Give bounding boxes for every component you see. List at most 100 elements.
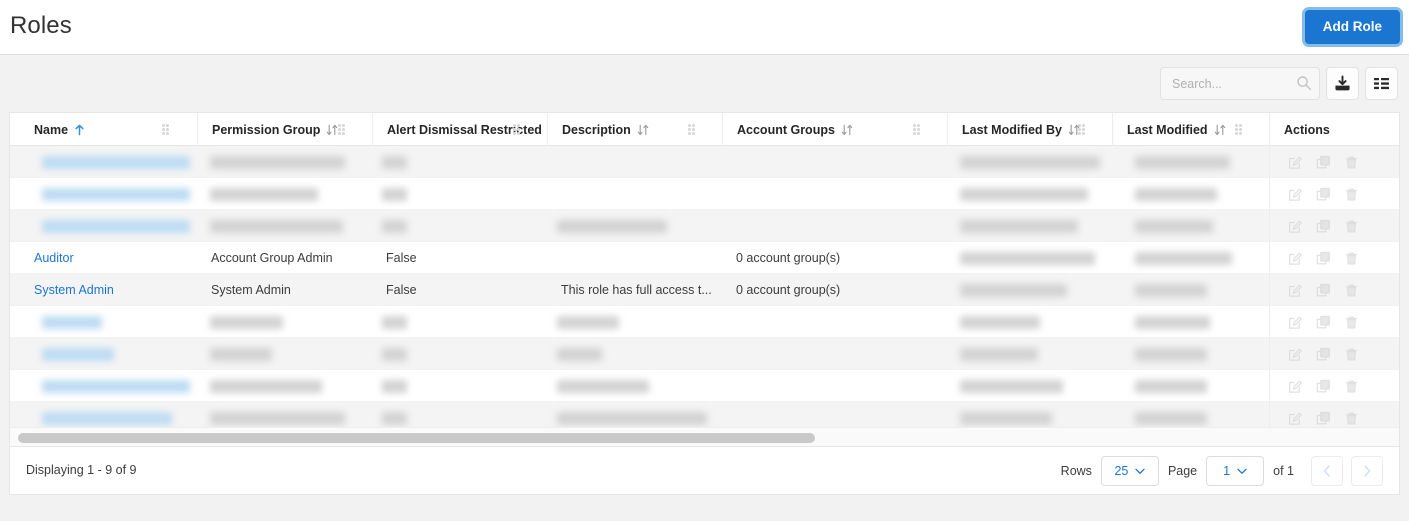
cell-permission-group: Account Group Admin (197, 242, 372, 274)
column-header-account-groups[interactable]: Account Groups (722, 113, 947, 146)
delete-icon (1344, 187, 1359, 202)
redacted-cell-value (382, 220, 407, 233)
table-toolbar (0, 55, 1409, 112)
column-drag-handle[interactable] (338, 124, 346, 136)
redacted-cell-value (960, 412, 1052, 425)
delete-icon (1344, 155, 1359, 170)
table-row[interactable] (10, 210, 1399, 242)
column-header-alert-dismissal-restricted[interactable]: Alert Dismissal Restricted (372, 113, 547, 146)
duplicate-action-button[interactable] (1316, 283, 1331, 298)
redacted-cell-value (210, 156, 345, 169)
delete-icon (1344, 283, 1359, 298)
horizontal-scrollbar-track[interactable] (10, 427, 1399, 446)
duplicate-icon (1316, 283, 1331, 298)
redacted-cell-value (1135, 284, 1207, 297)
table-row[interactable] (10, 338, 1399, 370)
edit-icon (1288, 379, 1303, 394)
column-drag-handle[interactable] (688, 124, 696, 136)
redacted-cell-value (382, 188, 407, 201)
previous-page-button[interactable] (1311, 456, 1343, 486)
column-header-last-modified-by[interactable]: Last Modified By (947, 113, 1112, 146)
redacted-name-value (42, 380, 190, 393)
table-row[interactable] (10, 370, 1399, 402)
column-drag-handle[interactable] (162, 124, 170, 136)
rows-per-page-select[interactable]: 25 (1101, 456, 1159, 486)
delete-icon (1344, 379, 1359, 394)
columns-settings-button[interactable] (1365, 67, 1398, 100)
duplicate-action-button[interactable] (1316, 219, 1331, 234)
table-row[interactable] (10, 146, 1399, 178)
download-button[interactable] (1326, 67, 1359, 100)
column-header-label: Account Groups (737, 123, 835, 137)
column-drag-handle[interactable] (513, 124, 521, 136)
delete-icon (1344, 251, 1359, 266)
edit-action-button[interactable] (1288, 187, 1303, 202)
delete-icon (1344, 315, 1359, 330)
duplicate-icon (1316, 251, 1331, 266)
column-header-last-modified[interactable]: Last Modified (1112, 113, 1269, 146)
delete-action-button[interactable] (1344, 347, 1359, 362)
row-actions (1269, 370, 1399, 402)
column-header-description[interactable]: Description (547, 113, 722, 146)
edit-action-button[interactable] (1288, 379, 1303, 394)
edit-action-button[interactable] (1288, 411, 1303, 426)
redacted-cell-value (960, 316, 1040, 329)
duplicate-action-button[interactable] (1316, 251, 1331, 266)
table-row[interactable] (10, 306, 1399, 338)
duplicate-action-button[interactable] (1316, 347, 1331, 362)
cell-name[interactable]: System Admin (20, 274, 197, 306)
redacted-cell-value (1135, 412, 1207, 425)
column-drag-handle[interactable] (1235, 124, 1243, 136)
table-row[interactable] (10, 178, 1399, 210)
edit-action-button[interactable] (1288, 219, 1303, 234)
column-header-label: Last Modified (1127, 123, 1208, 137)
cell-account-groups: 0 account group(s) (722, 242, 947, 274)
edit-action-button[interactable] (1288, 251, 1303, 266)
column-drag-handle[interactable] (1078, 124, 1086, 136)
edit-action-button[interactable] (1288, 155, 1303, 170)
edit-action-button[interactable] (1288, 283, 1303, 298)
delete-action-button[interactable] (1344, 219, 1359, 234)
duplicate-action-button[interactable] (1316, 379, 1331, 394)
next-page-button[interactable] (1351, 456, 1383, 486)
redacted-cell-value (1135, 252, 1232, 265)
table-body: AuditorAccount Group AdminFalse 0 account… (10, 146, 1399, 436)
edit-icon (1288, 187, 1303, 202)
column-header-actions[interactable]: Actions (1269, 113, 1399, 146)
horizontal-scrollbar-thumb[interactable] (18, 433, 815, 443)
add-role-button[interactable]: Add Role (1305, 10, 1400, 44)
page-number-select[interactable]: 1 (1206, 456, 1264, 486)
redacted-name-value (42, 220, 190, 233)
delete-action-button[interactable] (1344, 251, 1359, 266)
delete-action-button[interactable] (1344, 379, 1359, 394)
cell-alert-dismissal-restricted: False (372, 274, 547, 306)
edit-action-button[interactable] (1288, 315, 1303, 330)
delete-action-button[interactable] (1344, 283, 1359, 298)
column-drag-handle[interactable] (913, 124, 921, 136)
column-header-permission-group[interactable]: Permission Group (197, 113, 372, 146)
chevron-down-icon (1237, 468, 1247, 475)
displaying-count: Displaying 1 - 9 of 9 (26, 463, 136, 477)
duplicate-action-button[interactable] (1316, 411, 1331, 426)
column-header-name[interactable]: Name (20, 113, 197, 146)
table-row[interactable]: AuditorAccount Group AdminFalse0 account… (10, 242, 1399, 274)
duplicate-action-button[interactable] (1316, 315, 1331, 330)
duplicate-action-button[interactable] (1316, 187, 1331, 202)
delete-action-button[interactable] (1344, 411, 1359, 426)
column-header-label: Name (34, 123, 68, 137)
cell-account-groups: 0 account group(s) (722, 274, 947, 306)
redacted-cell-value (210, 380, 322, 393)
edit-action-button[interactable] (1288, 347, 1303, 362)
delete-action-button[interactable] (1344, 187, 1359, 202)
delete-action-button[interactable] (1344, 155, 1359, 170)
duplicate-action-button[interactable] (1316, 155, 1331, 170)
cell-name[interactable]: Auditor (20, 242, 197, 274)
table-row[interactable]: System AdminSystem AdminFalseThis role h… (10, 274, 1399, 306)
search-input[interactable] (1160, 67, 1320, 100)
row-actions (1269, 306, 1399, 338)
page-number-value: 1 (1223, 464, 1230, 478)
redacted-cell-value (960, 348, 1038, 361)
delete-action-button[interactable] (1344, 315, 1359, 330)
redacted-cell-value (210, 188, 318, 201)
table-footer: Displaying 1 - 9 of 9 Rows 25 Page 1 of … (9, 447, 1400, 495)
